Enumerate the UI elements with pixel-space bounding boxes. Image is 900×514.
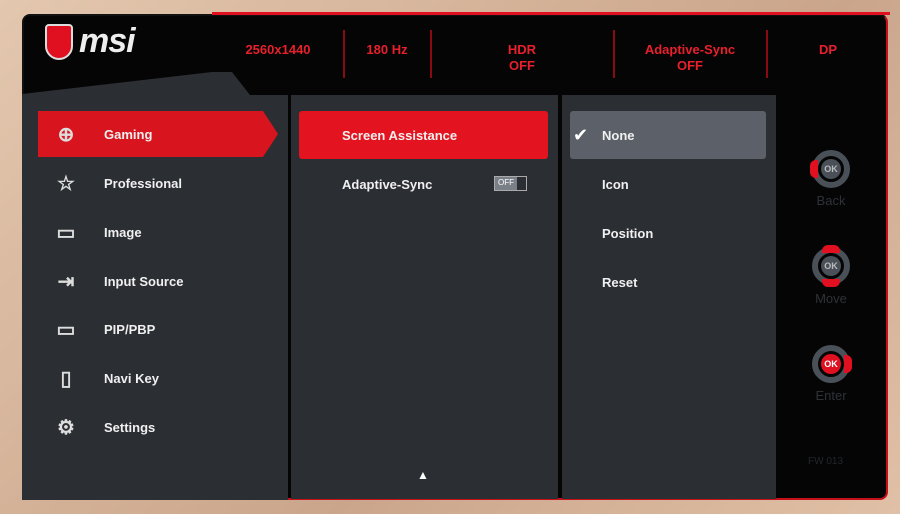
move-key-icon: OK bbox=[808, 243, 854, 289]
scroll-up-icon[interactable]: ▲ bbox=[417, 468, 429, 482]
navikey-icon: ▯ bbox=[60, 367, 72, 390]
firmware-version: FW 013 bbox=[808, 456, 844, 467]
star-icon: ☆ bbox=[57, 172, 75, 195]
option-none[interactable]: None bbox=[570, 111, 766, 159]
menu-item-settings[interactable]: ⚙ Settings bbox=[38, 404, 278, 450]
menu-item-navi-key[interactable]: ▯ Navi Key bbox=[38, 355, 278, 401]
adaptive-sync-toggle[interactable]: OFF bbox=[494, 176, 527, 191]
image-icon: ▭ bbox=[56, 221, 76, 244]
menu-item-input-source[interactable]: ⇥ Input Source bbox=[38, 258, 278, 304]
input-icon: ⇥ bbox=[57, 270, 75, 293]
menu-item-image[interactable]: ▭ Image bbox=[38, 209, 278, 255]
menu-item-pip-pbp[interactable]: ▭ PIP/PBP bbox=[38, 306, 278, 352]
back-key-icon: OK bbox=[808, 146, 854, 192]
check-icon: ✔ bbox=[573, 125, 589, 145]
accent-line bbox=[212, 12, 890, 15]
menu-item-gaming[interactable]: ⊕ Gaming bbox=[38, 111, 278, 157]
status-resolution: 2560x1440 bbox=[245, 42, 311, 57]
pip-icon: ▭ bbox=[56, 318, 76, 341]
status-input: DP bbox=[818, 42, 838, 57]
brand-text: msi bbox=[79, 22, 136, 60]
option-reset[interactable]: Reset bbox=[570, 258, 766, 306]
enter-label: Enter bbox=[815, 388, 847, 403]
move-label: Move bbox=[815, 291, 847, 306]
submenu-screen-assistance[interactable]: Screen Assistance bbox=[299, 111, 548, 159]
option-position[interactable]: Position bbox=[570, 209, 766, 257]
option-icon[interactable]: Icon bbox=[570, 160, 766, 208]
status-adaptive-sync: Adaptive-Sync OFF bbox=[644, 42, 736, 73]
dragon-shield-icon bbox=[45, 23, 73, 60]
status-refresh: 180 Hz bbox=[366, 42, 408, 57]
gamepad-icon: ⊕ bbox=[57, 123, 75, 146]
back-label: Back bbox=[816, 193, 846, 208]
enter-key-icon: OK bbox=[808, 341, 854, 387]
gear-icon: ⚙ bbox=[57, 416, 75, 439]
msi-logo: msi bbox=[45, 22, 136, 61]
status-hdr: HDR OFF bbox=[507, 42, 537, 73]
menu-item-professional[interactable]: ☆ Professional bbox=[38, 160, 278, 206]
